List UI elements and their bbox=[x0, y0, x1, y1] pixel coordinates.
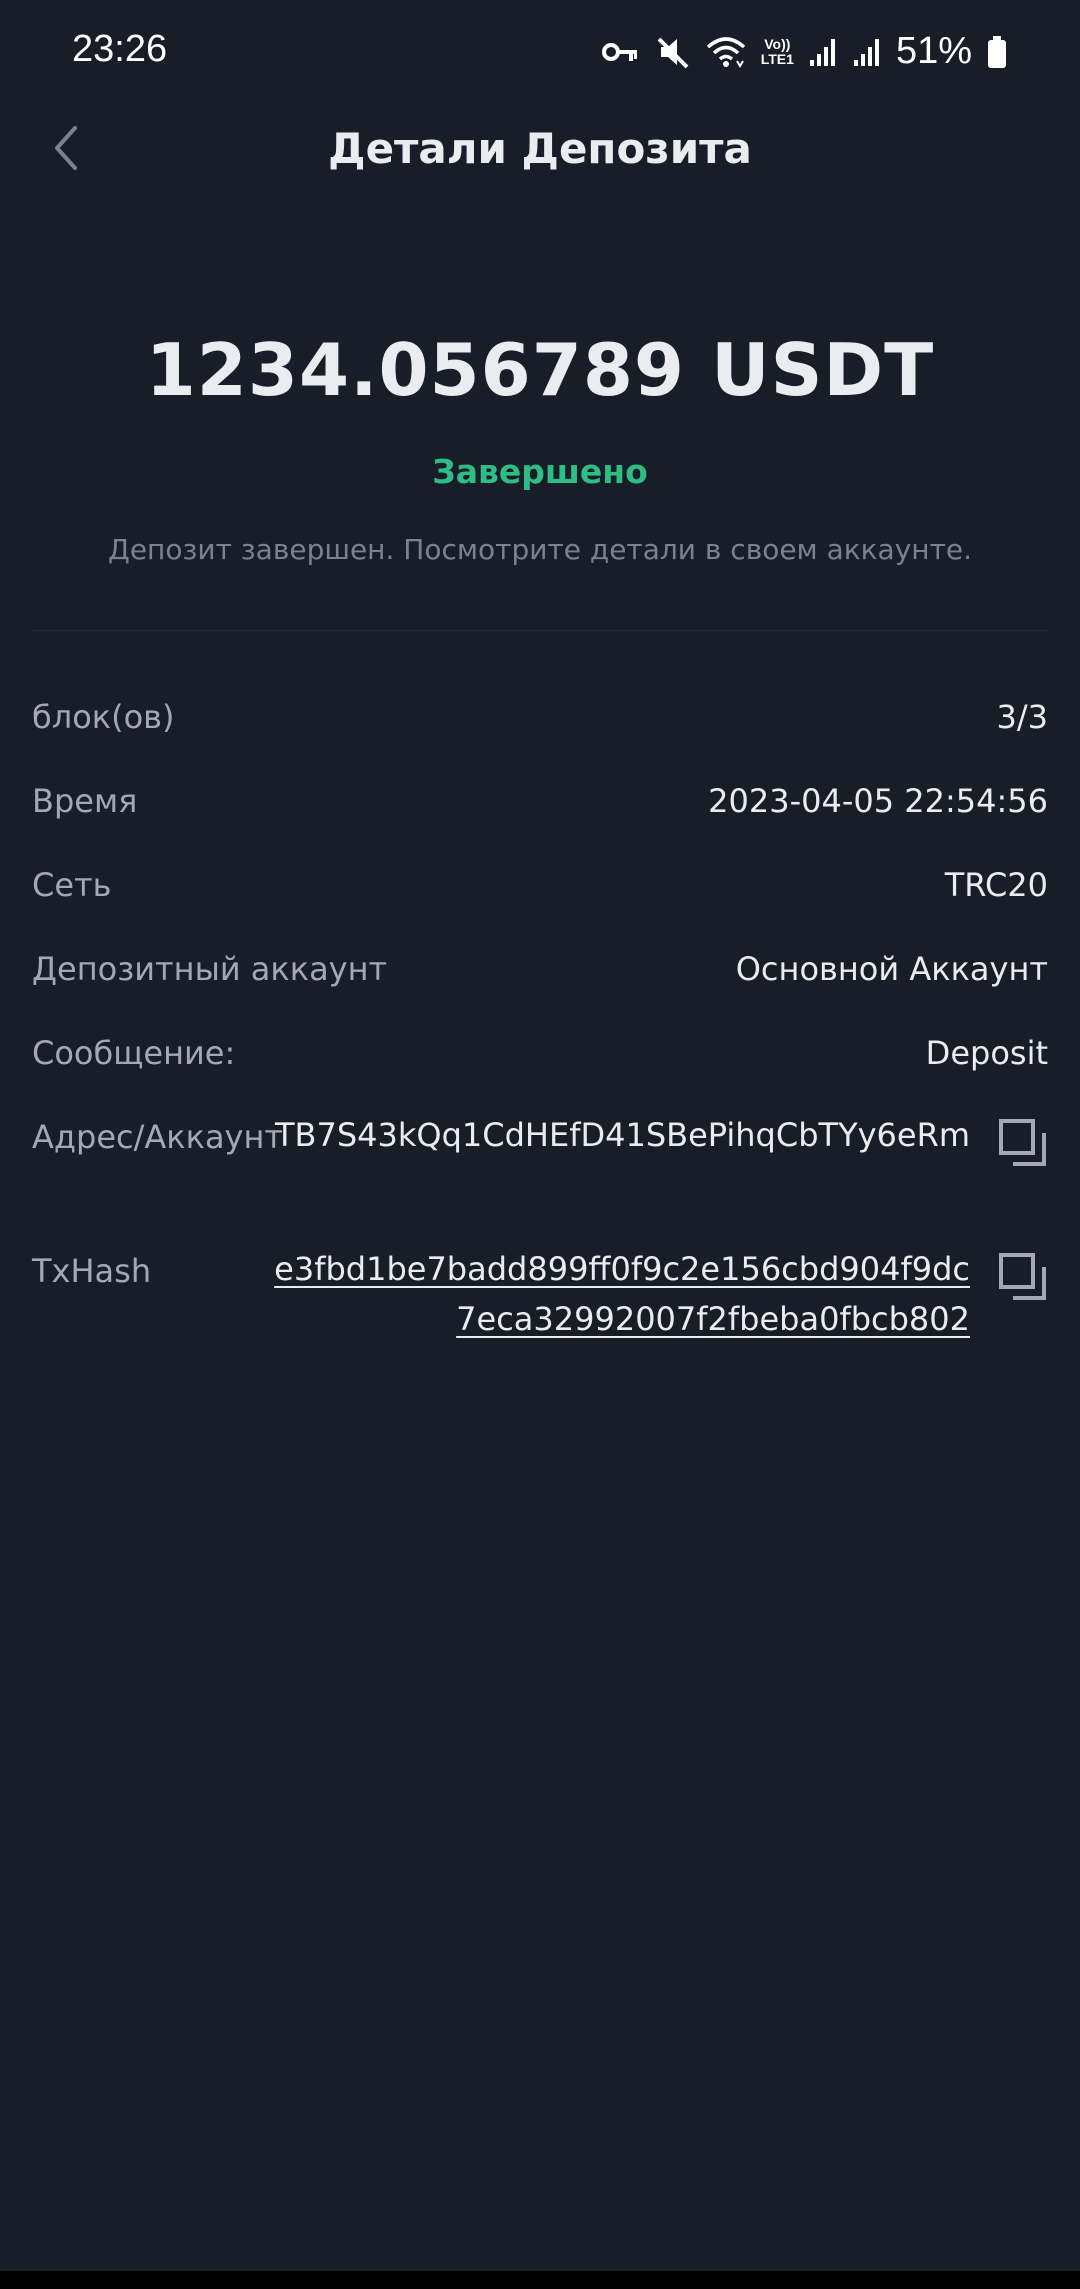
status-badge: Завершено bbox=[432, 452, 648, 491]
address-value: TB7S43kQq1CdHEfD41SBePihqCbTYy6eRm bbox=[274, 1116, 970, 1154]
header: Детали Депозита bbox=[0, 110, 1080, 190]
key-icon bbox=[601, 37, 641, 67]
page-title: Детали Депозита bbox=[328, 124, 752, 173]
copy-icon bbox=[998, 1119, 1048, 1172]
copy-txhash-button[interactable] bbox=[998, 1252, 1048, 1302]
detail-row-time: Время 2023-04-05 22:54:56 bbox=[32, 774, 1048, 858]
address-label: Адрес/Аккаунт bbox=[32, 1118, 284, 1156]
status-time: 23:26 bbox=[72, 28, 168, 70]
status-icons: Vo)) LTE1 51% bbox=[601, 30, 1008, 73]
detail-row-network: Сеть TRC20 bbox=[32, 858, 1048, 942]
time-value: 2023-04-05 22:54:56 bbox=[708, 782, 1048, 820]
lte-top-text: Vo)) bbox=[764, 35, 791, 52]
battery-icon bbox=[986, 35, 1008, 69]
message-label: Сообщение: bbox=[32, 1034, 236, 1072]
copy-address-button[interactable] bbox=[998, 1118, 1048, 1168]
detail-row-txhash: TxHash e3fbd1be7badd899ff0f9c2e156cbd904… bbox=[32, 1244, 1048, 1378]
time-label: Время bbox=[32, 782, 138, 820]
lte-bottom-text: LTE1 bbox=[760, 50, 794, 67]
detail-row-account: Депозитный аккаунт Основной Аккаунт bbox=[32, 942, 1048, 1026]
lte-icon: Vo)) LTE1 bbox=[760, 35, 794, 67]
message-value: Deposit bbox=[925, 1034, 1048, 1072]
wifi-icon bbox=[705, 35, 747, 69]
blocks-label: блок(ов) bbox=[32, 698, 175, 736]
status-bar: 23:26 Vo)) LTE1 51% bbox=[0, 0, 1080, 110]
txhash-link[interactable]: e3fbd1be7badd899ff0f9c2e156cbd904f9dc7ec… bbox=[270, 1244, 970, 1344]
details-list: блок(ов) 3/3 Время 2023-04-05 22:54:56 С… bbox=[32, 690, 1048, 1378]
detail-row-blocks: блок(ов) 3/3 bbox=[32, 690, 1048, 774]
copy-icon bbox=[998, 1253, 1048, 1306]
account-value: Основной Аккаунт bbox=[735, 950, 1048, 988]
signal-icon bbox=[808, 36, 838, 68]
detail-row-message: Сообщение: Deposit bbox=[32, 1026, 1048, 1110]
battery-percent: 51% bbox=[895, 30, 972, 72]
txhash-label: TxHash bbox=[32, 1252, 152, 1290]
signal-icon bbox=[852, 36, 882, 68]
network-label: Сеть bbox=[32, 866, 112, 904]
detail-row-address: Адрес/Аккаунт TB7S43kQq1CdHEfD41SBePihqC… bbox=[32, 1110, 1048, 1244]
deposit-amount: 1234.056789 USDT bbox=[145, 328, 935, 412]
blocks-value: 3/3 bbox=[996, 698, 1049, 736]
divider bbox=[32, 630, 1048, 631]
network-value: TRC20 bbox=[944, 866, 1048, 904]
status-description: Депозит завершен. Посмотрите детали в св… bbox=[107, 533, 973, 566]
mute-icon bbox=[655, 35, 691, 69]
account-label: Депозитный аккаунт bbox=[32, 950, 388, 988]
navigation-bar bbox=[0, 2271, 1080, 2289]
